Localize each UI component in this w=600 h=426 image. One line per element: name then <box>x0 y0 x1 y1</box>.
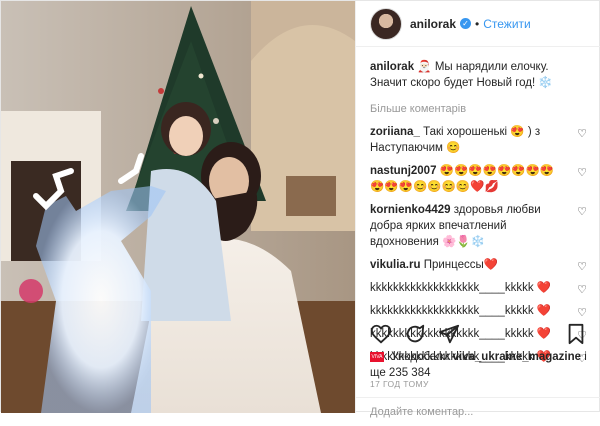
heart-icon[interactable]: ♡ <box>577 259 587 275</box>
heart-icon[interactable]: ♡ <box>577 126 587 142</box>
comment-username[interactable]: zoriiana_ <box>370 126 420 138</box>
heart-icon[interactable]: ♡ <box>577 282 587 298</box>
avatar[interactable] <box>370 7 402 40</box>
comment-item: zoriiana_ Такі хорошенькі 😍 ) з Наступаю… <box>370 124 587 156</box>
comment-item: vikulia.ru Принцессы❤️ ♡ <box>370 257 587 273</box>
comments-list: anilorak 🎅🏻 Мы нарядили елочку. Значит с… <box>370 59 587 365</box>
photo-illustration <box>1 1 355 413</box>
separator-dot: • <box>475 16 480 31</box>
comment-username[interactable]: nastunj2007 <box>370 165 436 177</box>
bookmark-icon[interactable] <box>565 323 587 345</box>
heart-icon[interactable] <box>370 323 392 345</box>
likes-username[interactable]: viva_ukraine_magazine <box>453 351 582 363</box>
share-arrow-icon[interactable] <box>438 323 460 345</box>
post-caption: anilorak 🎅🏻 Мы нарядили елочку. Значит с… <box>370 59 587 91</box>
liker-avatar[interactable]: VIVA <box>370 351 384 362</box>
comment-text: kkkkkkkkkkkkkkkkkkk____kkkkk ❤️ <box>370 282 552 294</box>
more-comments-link[interactable]: Більше коментарів <box>370 101 587 117</box>
comment-text: kkkkkkkkkkkkkkkkkkk____kkkkk ❤️ <box>370 305 552 317</box>
heart-icon[interactable]: ♡ <box>577 165 587 181</box>
comment-bubble-icon[interactable] <box>404 323 426 345</box>
comment-item: kkkkkkkkkkkkkkkkkkk____kkkkk ❤️ ♡ <box>370 303 587 319</box>
verified-badge-icon: ✓ <box>460 18 472 29</box>
heart-icon[interactable]: ♡ <box>577 305 587 321</box>
post-header: anilorak ✓ • Стежити <box>356 1 600 47</box>
comment-item: kkkkkkkkkkkkkkkkkkk____kkkkk ❤️ ♡ <box>370 280 587 296</box>
header-username[interactable]: anilorak <box>410 17 456 31</box>
comment-username[interactable]: vikulia.ru <box>370 259 421 271</box>
heart-icon[interactable]: ♡ <box>577 204 587 220</box>
comment-item: nastunj2007 😍😍😍😍😍😍😍😍😍😍😍😊😊😊😊❤️💋 ♡ <box>370 163 587 195</box>
comment-username[interactable]: kornienko4429 <box>370 204 451 216</box>
action-bar <box>370 321 587 347</box>
likes-prefix: Уподобали <box>391 351 450 363</box>
follow-button[interactable]: Стежити <box>483 17 531 31</box>
post-side-panel: anilorak ✓ • Стежити anilorak 🎅🏻 Мы наря… <box>355 1 600 418</box>
comment-item: kornienko4429 здоровья любви добра ярких… <box>370 202 587 250</box>
likes-summary: VIVA Уподобали viva_ukraine_magazine і щ… <box>370 349 587 381</box>
post-timestamp[interactable]: 17 ГОД ТОМУ <box>370 379 429 389</box>
caption-username[interactable]: anilorak <box>370 61 414 73</box>
post-photo[interactable] <box>1 1 355 413</box>
instagram-post: anilorak ✓ • Стежити anilorak 🎅🏻 Мы наря… <box>0 0 600 418</box>
comment-text: Принцессы❤️ <box>423 259 499 271</box>
